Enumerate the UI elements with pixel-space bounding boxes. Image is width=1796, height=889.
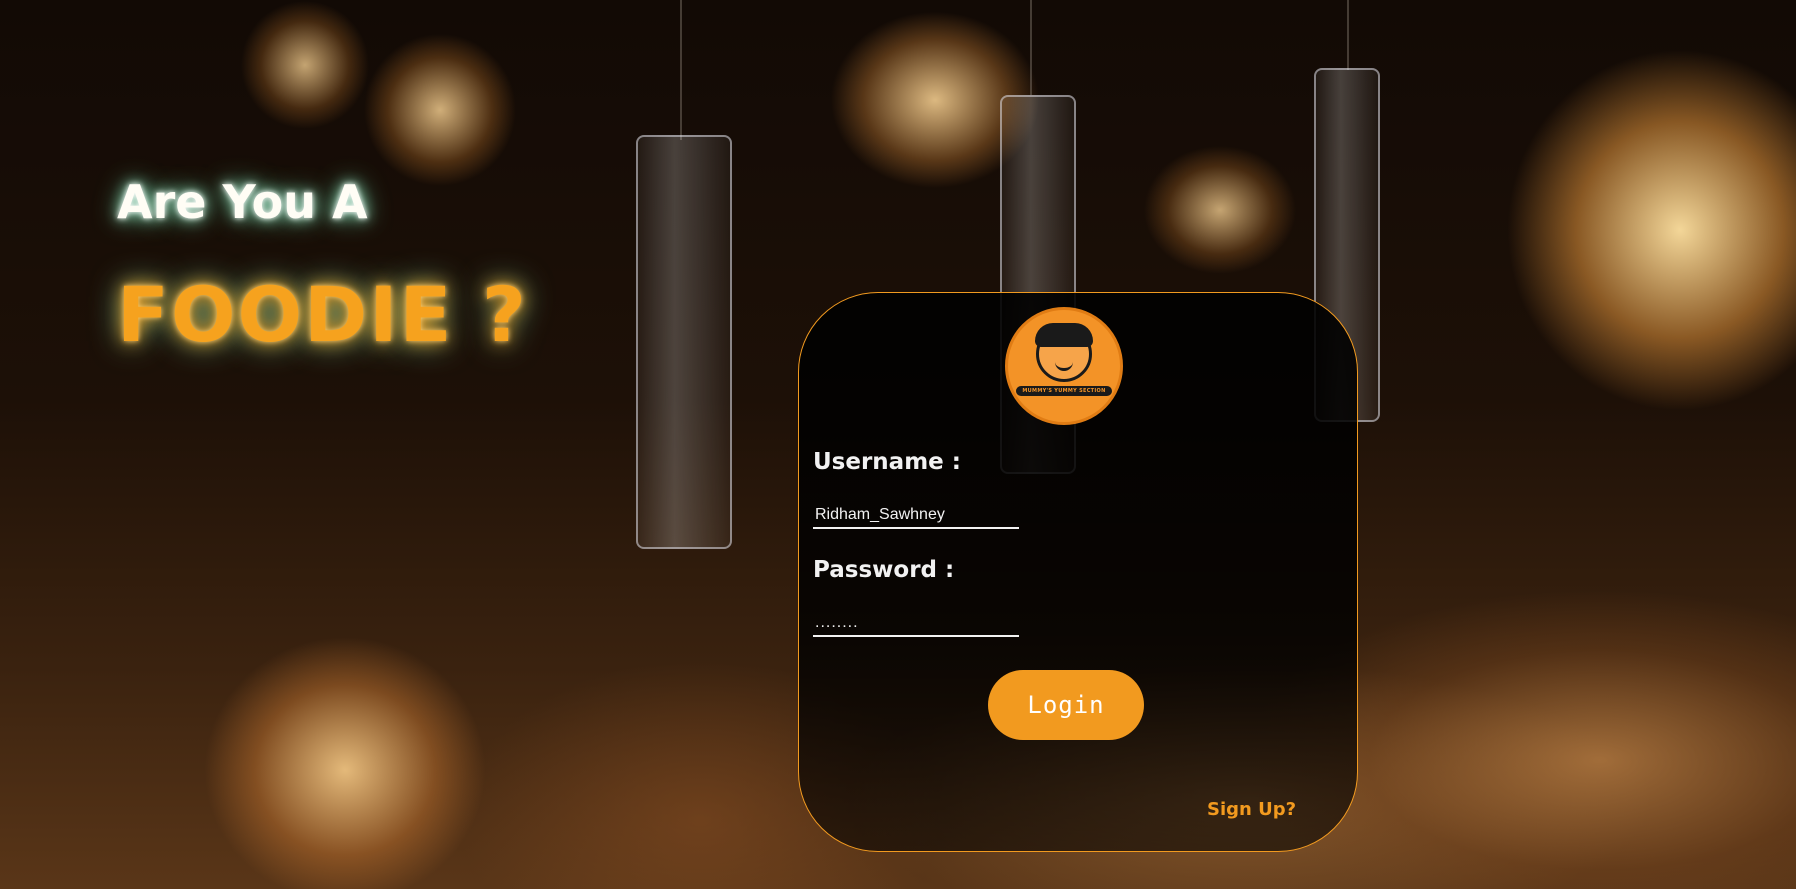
- hero-heading-line1: Are You A: [117, 175, 368, 229]
- username-input[interactable]: [813, 503, 1019, 529]
- signup-link[interactable]: Sign Up?: [1207, 799, 1296, 820]
- brand-logo: MUMMY'S YUMMY SECTION: [1005, 307, 1123, 425]
- lamp-cord: [680, 0, 682, 140]
- login-form-card: MUMMY'S YUMMY SECTION Username : Passwor…: [798, 292, 1358, 852]
- login-button[interactable]: Login: [988, 670, 1144, 740]
- glass-tube-lamp: [636, 135, 732, 549]
- password-input[interactable]: [813, 611, 1019, 637]
- chef-face-icon: [1035, 323, 1093, 382]
- logo-banner-text: MUMMY'S YUMMY SECTION: [1016, 386, 1112, 396]
- lamp-cord: [1030, 0, 1032, 95]
- lamp-cord: [1347, 0, 1349, 70]
- hero-heading-line2: FOODIE ?: [117, 270, 528, 359]
- username-label: Username :: [813, 449, 961, 475]
- password-label: Password :: [813, 557, 955, 583]
